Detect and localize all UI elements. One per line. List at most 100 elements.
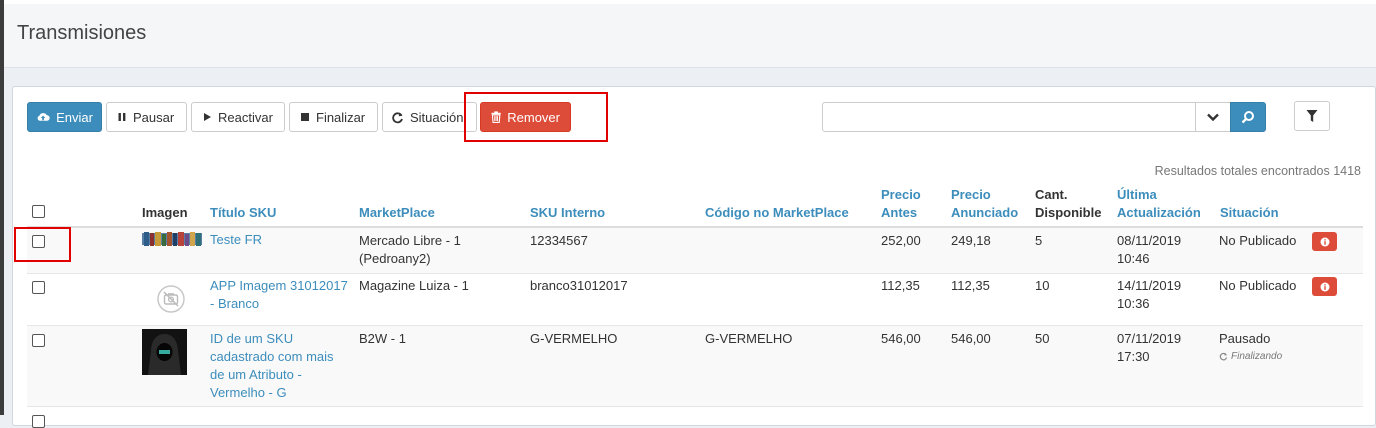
page-header: Transmisiones — [4, 4, 1376, 68]
row-precio-anunciado: 249,18 — [951, 233, 991, 248]
row-marketplace: Mercado Libre - 1 (Pedroany2) — [359, 232, 461, 268]
row-codigo: G-VERMELHO — [705, 331, 793, 346]
col-precio-anunciado[interactable]: Precio Anunciado — [951, 186, 1018, 222]
results-count: Resultados totales encontrados 1418 — [1154, 164, 1361, 178]
row-sku-interno: branco31012017 — [530, 278, 628, 293]
row-sub-status-label: Finalizando — [1231, 351, 1283, 362]
row-titulo[interactable]: Teste FR — [210, 231, 262, 249]
transmissions-panel: Enviar Pausar Reactivar Finalizar Situac… — [12, 86, 1376, 428]
row-titulo[interactable]: APP Imagem 31012017 - Branco — [210, 277, 348, 313]
row-titulo-line: de um Atributo - — [210, 367, 302, 382]
refresh-icon — [1219, 352, 1228, 361]
row-sku-interno: G-VERMELHO — [530, 331, 618, 346]
row-divider — [27, 406, 1363, 407]
row-ultima-date: 14/11/2019 — [1117, 278, 1182, 293]
situacion-button[interactable]: Situación — [382, 102, 477, 132]
row-info-button[interactable] — [1312, 277, 1337, 296]
row-titulo[interactable]: ID de um SKU cadastrado com mais de um A… — [210, 330, 334, 402]
reactivar-button[interactable]: Reactivar — [191, 102, 285, 132]
row-situacion: No Publicado — [1219, 278, 1297, 293]
row-marketplace: B2W - 1 — [359, 330, 406, 348]
row-precio-antes: 112,35 — [881, 278, 920, 293]
row-titulo-line: APP Imagem 31012017 — [210, 278, 348, 293]
search-input[interactable] — [822, 102, 1196, 132]
row-titulo-line: - Branco — [210, 296, 260, 311]
col-ultima-line2: Actualización — [1117, 205, 1201, 220]
col-sku-interno[interactable]: SKU Interno — [530, 204, 605, 222]
row-info-button[interactable] — [1312, 232, 1337, 251]
refresh-icon — [392, 111, 403, 123]
row-precio-antes: 546,00 — [881, 331, 921, 346]
row-ultima-time: 10:36 — [1117, 296, 1150, 311]
col-ultima-actualizacion[interactable]: Última Actualización — [1117, 186, 1201, 222]
row-titulo-line: Vermelho - G — [210, 385, 287, 400]
row-marketplace-line: (Pedroany2) — [359, 251, 431, 266]
no-image-icon — [157, 285, 185, 313]
row-ultima-date: 07/11/2019 — [1117, 331, 1182, 346]
pausar-button[interactable]: Pausar — [106, 102, 187, 132]
row-titulo-line: ID de um SKU — [210, 331, 294, 346]
row-cant: 10 — [1035, 278, 1050, 293]
search-dropdown-toggle[interactable] — [1195, 102, 1231, 132]
row-precio-anunciado: 112,35 — [951, 278, 990, 293]
reactivar-label: Reactivar — [218, 109, 273, 125]
row-checkbox[interactable] — [32, 334, 45, 347]
stop-icon — [301, 113, 309, 121]
row-titulo-line: Teste FR — [210, 232, 263, 247]
filter-icon — [1306, 110, 1318, 122]
col-imagen: Imagen — [142, 205, 188, 220]
page-title: Transmisiones — [17, 22, 147, 44]
search-icon — [1241, 111, 1254, 124]
row-ultima: 08/11/2019 10:46 — [1117, 232, 1181, 268]
trash-icon — [491, 111, 501, 123]
product-thumbnail-hooded-figure — [142, 329, 187, 375]
col-cant-line1: Cant. — [1035, 187, 1068, 202]
cloud-upload-icon — [37, 113, 50, 121]
col-precio-antes-line1: Precio — [881, 187, 921, 202]
row-checkbox[interactable] — [32, 281, 45, 294]
col-ultima-line1: Última — [1117, 187, 1157, 202]
finalizar-button[interactable]: Finalizar — [289, 102, 378, 132]
row-ultima: 07/11/2019 17:30 — [1117, 330, 1181, 366]
col-precio-anunciado-line2: Anunciado — [951, 205, 1019, 220]
chevron-down-icon — [1207, 113, 1219, 121]
row-checkbox[interactable] — [32, 415, 45, 428]
select-all-checkbox[interactable] — [32, 205, 45, 218]
row-ultima-date: 08/11/2019 — [1117, 233, 1182, 248]
info-icon — [1320, 237, 1329, 246]
row-situacion: Pausado — [1219, 331, 1271, 346]
col-situacion[interactable]: Situación — [1220, 204, 1279, 222]
row-situacion: No Publicado — [1219, 233, 1297, 248]
row-cant: 5 — [1035, 233, 1043, 248]
play-icon — [204, 113, 211, 121]
col-cant-disponible: Cant. Disponible — [1035, 186, 1101, 222]
info-icon — [1320, 282, 1329, 291]
col-codigo-marketplace[interactable]: Código no MarketPlace — [705, 204, 849, 222]
row-cant: 50 — [1035, 331, 1050, 346]
finalizar-label: Finalizar — [316, 109, 366, 125]
row-ultima-time: 10:46 — [1117, 251, 1150, 266]
col-precio-antes[interactable]: Precio Antes — [881, 186, 921, 222]
row-sku-interno: 12334567 — [530, 233, 588, 248]
row-ultima-time: 17:30 — [1117, 349, 1150, 364]
row-precio-antes: 252,00 — [881, 233, 921, 248]
remover-button[interactable]: Remover — [480, 102, 571, 132]
row-checkbox[interactable] — [32, 235, 45, 248]
col-marketplace[interactable]: MarketPlace — [359, 204, 435, 222]
pausar-label: Pausar — [133, 109, 175, 125]
remover-label: Remover — [507, 109, 560, 125]
col-cant-line2: Disponible — [1035, 205, 1102, 220]
col-titulo-sku[interactable]: Título SKU — [210, 204, 276, 222]
row-marketplace-line: Mercado Libre - 1 — [359, 233, 461, 248]
enviar-button[interactable]: Enviar — [27, 102, 102, 132]
row-ultima: 14/11/2019 10:36 — [1117, 277, 1181, 313]
row-marketplace: Magazine Luiza - 1 — [359, 277, 469, 295]
row-marketplace-line: B2W - 1 — [359, 331, 406, 346]
row-sub-status: Finalizando — [1219, 351, 1282, 362]
search-button[interactable] — [1230, 102, 1266, 132]
situacion-label: Situación — [410, 109, 464, 125]
filter-button[interactable] — [1294, 101, 1330, 131]
row-marketplace-line: Magazine Luiza - 1 — [359, 278, 469, 293]
enviar-label: Enviar — [56, 109, 93, 125]
col-precio-anunciado-line1: Precio — [951, 187, 991, 202]
